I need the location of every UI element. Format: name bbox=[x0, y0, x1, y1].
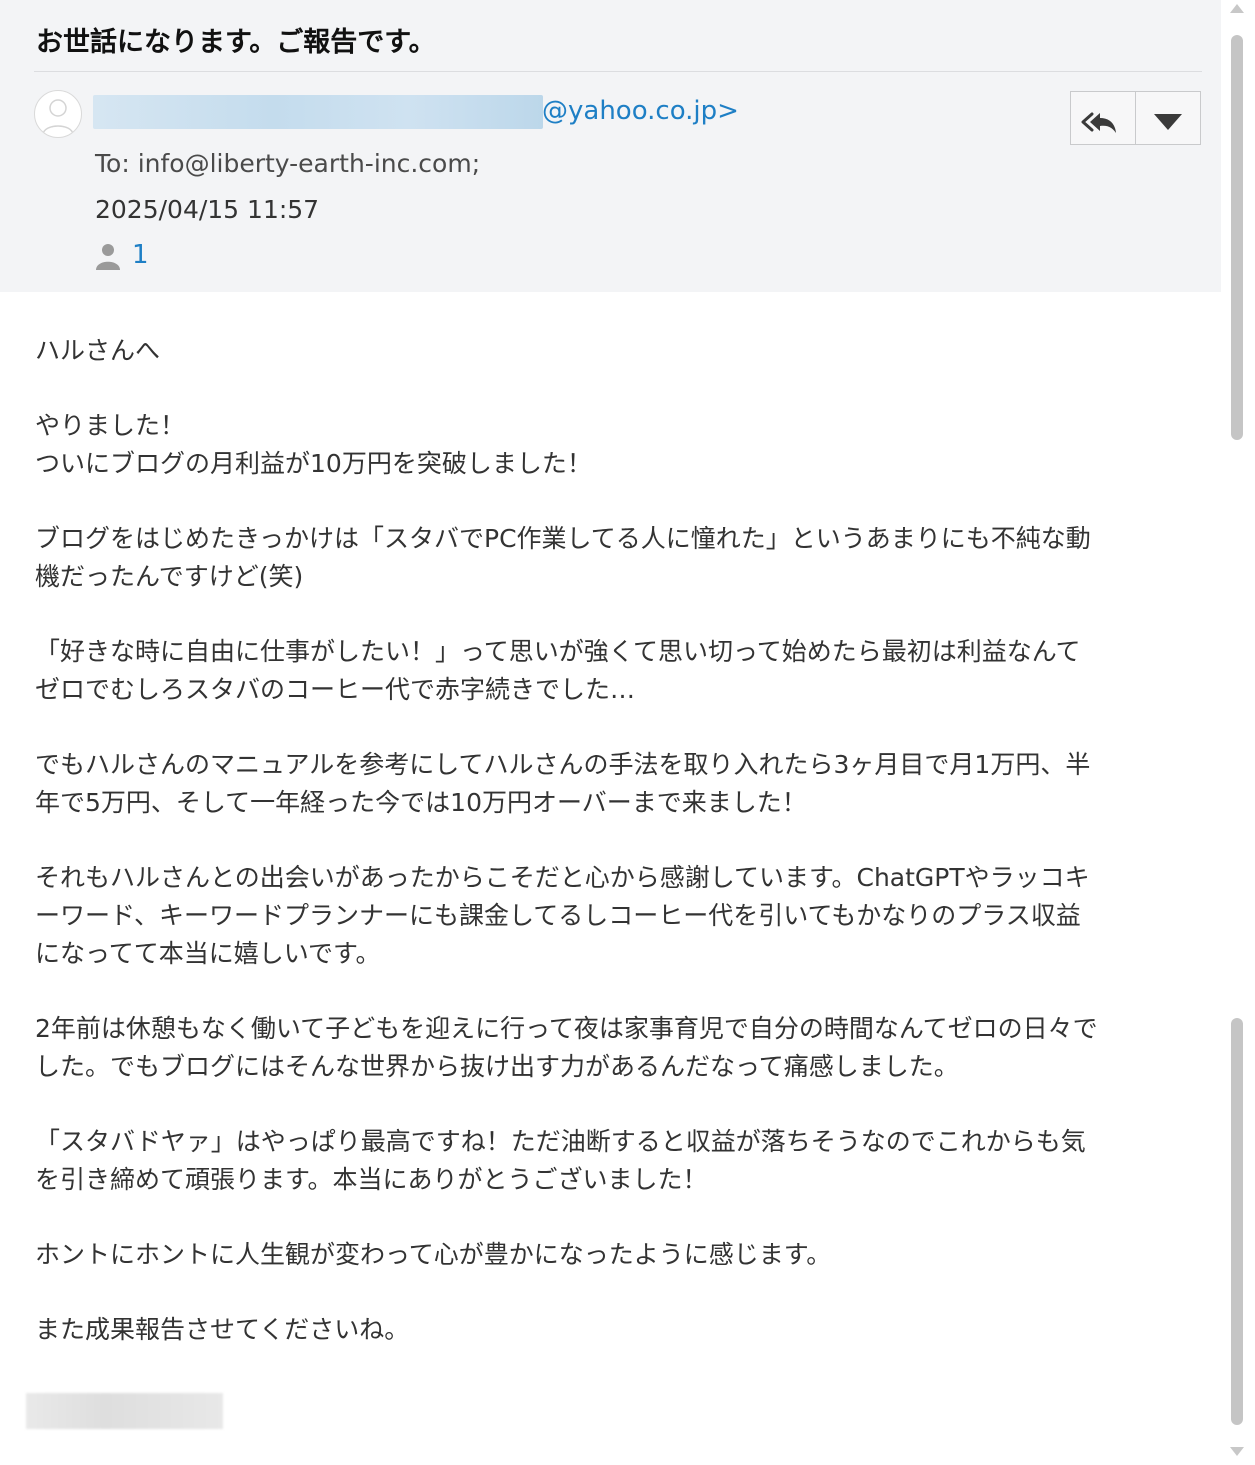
chevron-down-icon bbox=[1154, 114, 1182, 130]
scrollbar-thumb[interactable] bbox=[1231, 1018, 1243, 1425]
body-paragraph: 「スタバドヤァ」はやっぱり最高ですね！ただ油断すると収益が落ちそうなのでこれから… bbox=[35, 1127, 1086, 1194]
more-actions-button[interactable] bbox=[1136, 92, 1200, 144]
message-actions bbox=[1070, 91, 1201, 145]
scrollbar-thumb[interactable] bbox=[1231, 35, 1243, 440]
to-recipients: To: info@liberty-earth-inc.com; bbox=[95, 149, 481, 178]
scroll-up-arrow-icon[interactable] bbox=[1230, 4, 1244, 13]
email-header: お世話になります。ご報告です。 @yahoo.co.jp> To: info@l… bbox=[0, 0, 1221, 292]
body-paragraph: 「好きな時に自由に仕事がしたい！」って思いが強くて思い切って始めたら最初は利益な… bbox=[35, 637, 1081, 704]
body-paragraph: また成果報告させてくださいね。 bbox=[35, 1315, 410, 1344]
reply-all-button[interactable] bbox=[1071, 92, 1136, 144]
body-paragraph: ホントにホントに人生観が変わって心が豊かになったように感じます。 bbox=[35, 1240, 832, 1269]
sender-address[interactable]: @yahoo.co.jp> bbox=[542, 96, 739, 126]
body-paragraph: ブログをはじめたきっかけは「スタバでPC作業してる人に憧れた」というあまりにも不… bbox=[35, 524, 1091, 591]
person-icon bbox=[95, 241, 121, 271]
sent-date: 2025/04/15 11:57 bbox=[95, 195, 320, 224]
body-paragraph: それもハルさんとの出会いがあったからこそだと心から感謝しています。ChatGPT… bbox=[35, 863, 1090, 968]
body-paragraph: やりました！ ついにブログの月利益が10万円を突破しました！ bbox=[35, 411, 592, 478]
body-paragraph: でもハルさんのマニュアルを参考にしてハルさんの手法を取り入れたら3ヶ月目で月1万… bbox=[35, 750, 1091, 817]
header-divider bbox=[34, 71, 1202, 72]
reply-all-icon bbox=[1081, 112, 1116, 133]
sender-name-redacted bbox=[93, 95, 543, 129]
email-subject: お世話になります。ご報告です。 bbox=[36, 27, 436, 58]
signature-redacted bbox=[26, 1393, 223, 1429]
body-paragraph: ハルさんへ bbox=[35, 336, 161, 365]
recipient-count[interactable]: 1 bbox=[132, 240, 149, 270]
body-paragraph: 2年前は休憩もなく働いて子どもを迎えに行って夜は家事育児で自分の時間なんてゼロの… bbox=[35, 1014, 1098, 1081]
email-body: ハルさんへ やりました！ ついにブログの月利益が10万円を突破しました！ ブログ… bbox=[35, 332, 1195, 1386]
email-viewer: お世話になります。ご報告です。 @yahoo.co.jp> To: info@l… bbox=[0, 0, 1255, 1465]
scroll-down-arrow-icon[interactable] bbox=[1230, 1447, 1244, 1456]
user-avatar-icon bbox=[34, 90, 82, 138]
